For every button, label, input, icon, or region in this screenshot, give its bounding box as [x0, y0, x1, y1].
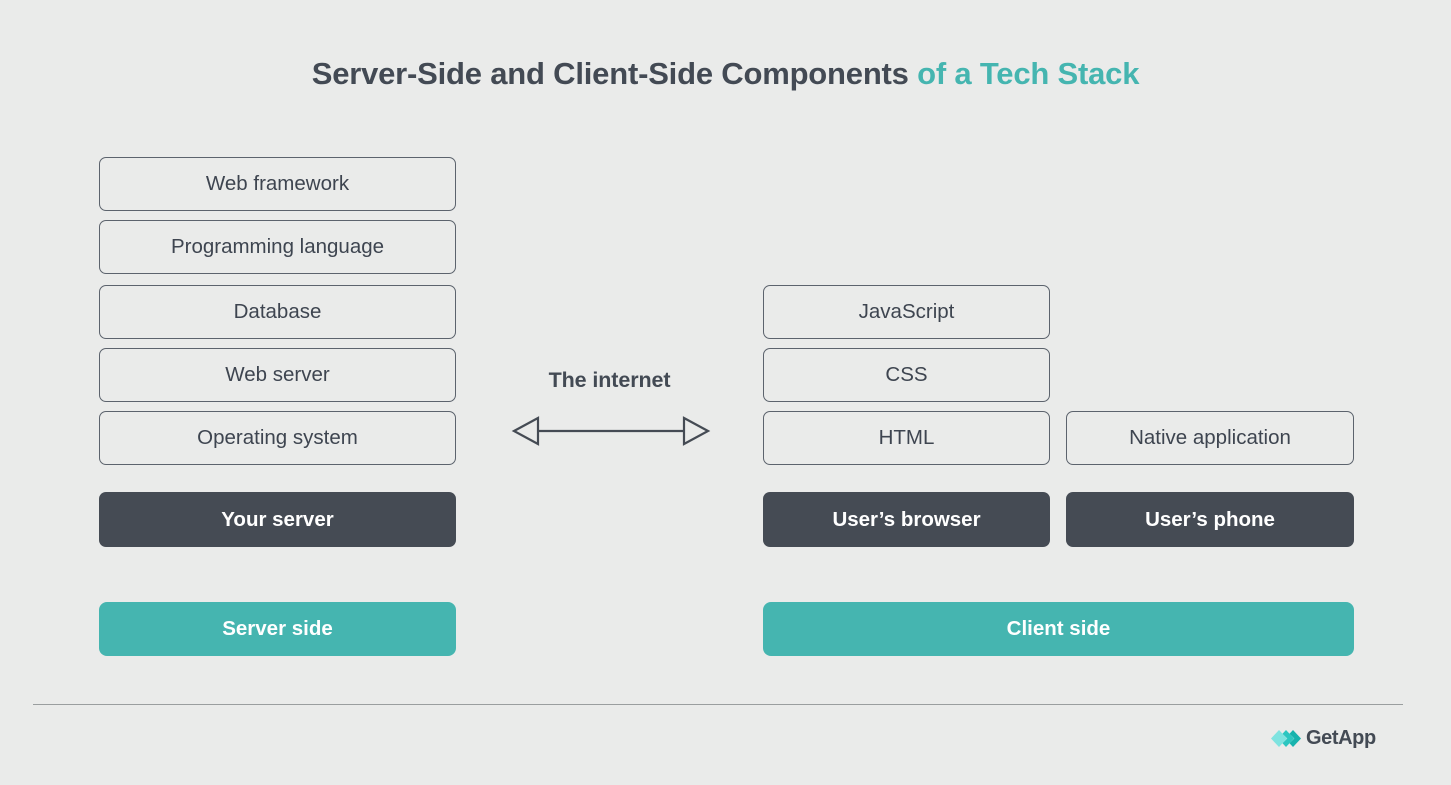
owner-users-browser: User’s browser — [763, 492, 1050, 547]
server-layer-programming-language: Programming language — [99, 220, 456, 274]
client-layer-javascript: JavaScript — [763, 285, 1050, 339]
server-layer-database: Database — [99, 285, 456, 339]
server-layer-operating-system: Operating system — [99, 411, 456, 465]
server-layer-label: Web server — [225, 363, 330, 386]
owner-label: User’s phone — [1145, 507, 1275, 531]
client-layer-html: HTML — [763, 411, 1050, 465]
double-headed-arrow-icon — [511, 416, 711, 446]
tech-stack-diagram: Web framework Programming language Datab… — [0, 0, 1451, 785]
owner-your-server: Your server — [99, 492, 456, 547]
client-layer-css: CSS — [763, 348, 1050, 402]
server-layer-label: Operating system — [197, 426, 358, 449]
server-layer-label: Database — [233, 300, 322, 323]
client-layer-label: Native application — [1129, 426, 1291, 449]
client-layer-label: JavaScript — [858, 300, 955, 323]
owner-label: User’s browser — [832, 507, 981, 531]
getapp-logo-text: GetApp — [1306, 727, 1376, 749]
getapp-logo: GetApp — [1271, 726, 1376, 750]
server-layer-label: Web framework — [205, 172, 350, 195]
server-layer-label: Programming language — [170, 235, 385, 258]
server-layer-web-framework: Web framework — [99, 157, 456, 211]
client-layer-label: HTML — [878, 426, 935, 449]
owner-users-phone: User’s phone — [1066, 492, 1354, 547]
server-layer-web-server: Web server — [99, 348, 456, 402]
client-layer-label: CSS — [885, 363, 928, 386]
side-banner-label: Client side — [1006, 617, 1111, 640]
footer-divider — [33, 704, 1403, 706]
side-banner-label: Server side — [222, 617, 333, 640]
side-banner-server: Server side — [99, 602, 456, 656]
getapp-chevron-logo-icon — [1271, 729, 1301, 747]
client-layer-native-application: Native application — [1066, 411, 1354, 465]
side-banner-client: Client side — [763, 602, 1354, 656]
owner-label: Your server — [221, 507, 334, 531]
internet-label: The internet — [548, 368, 671, 392]
